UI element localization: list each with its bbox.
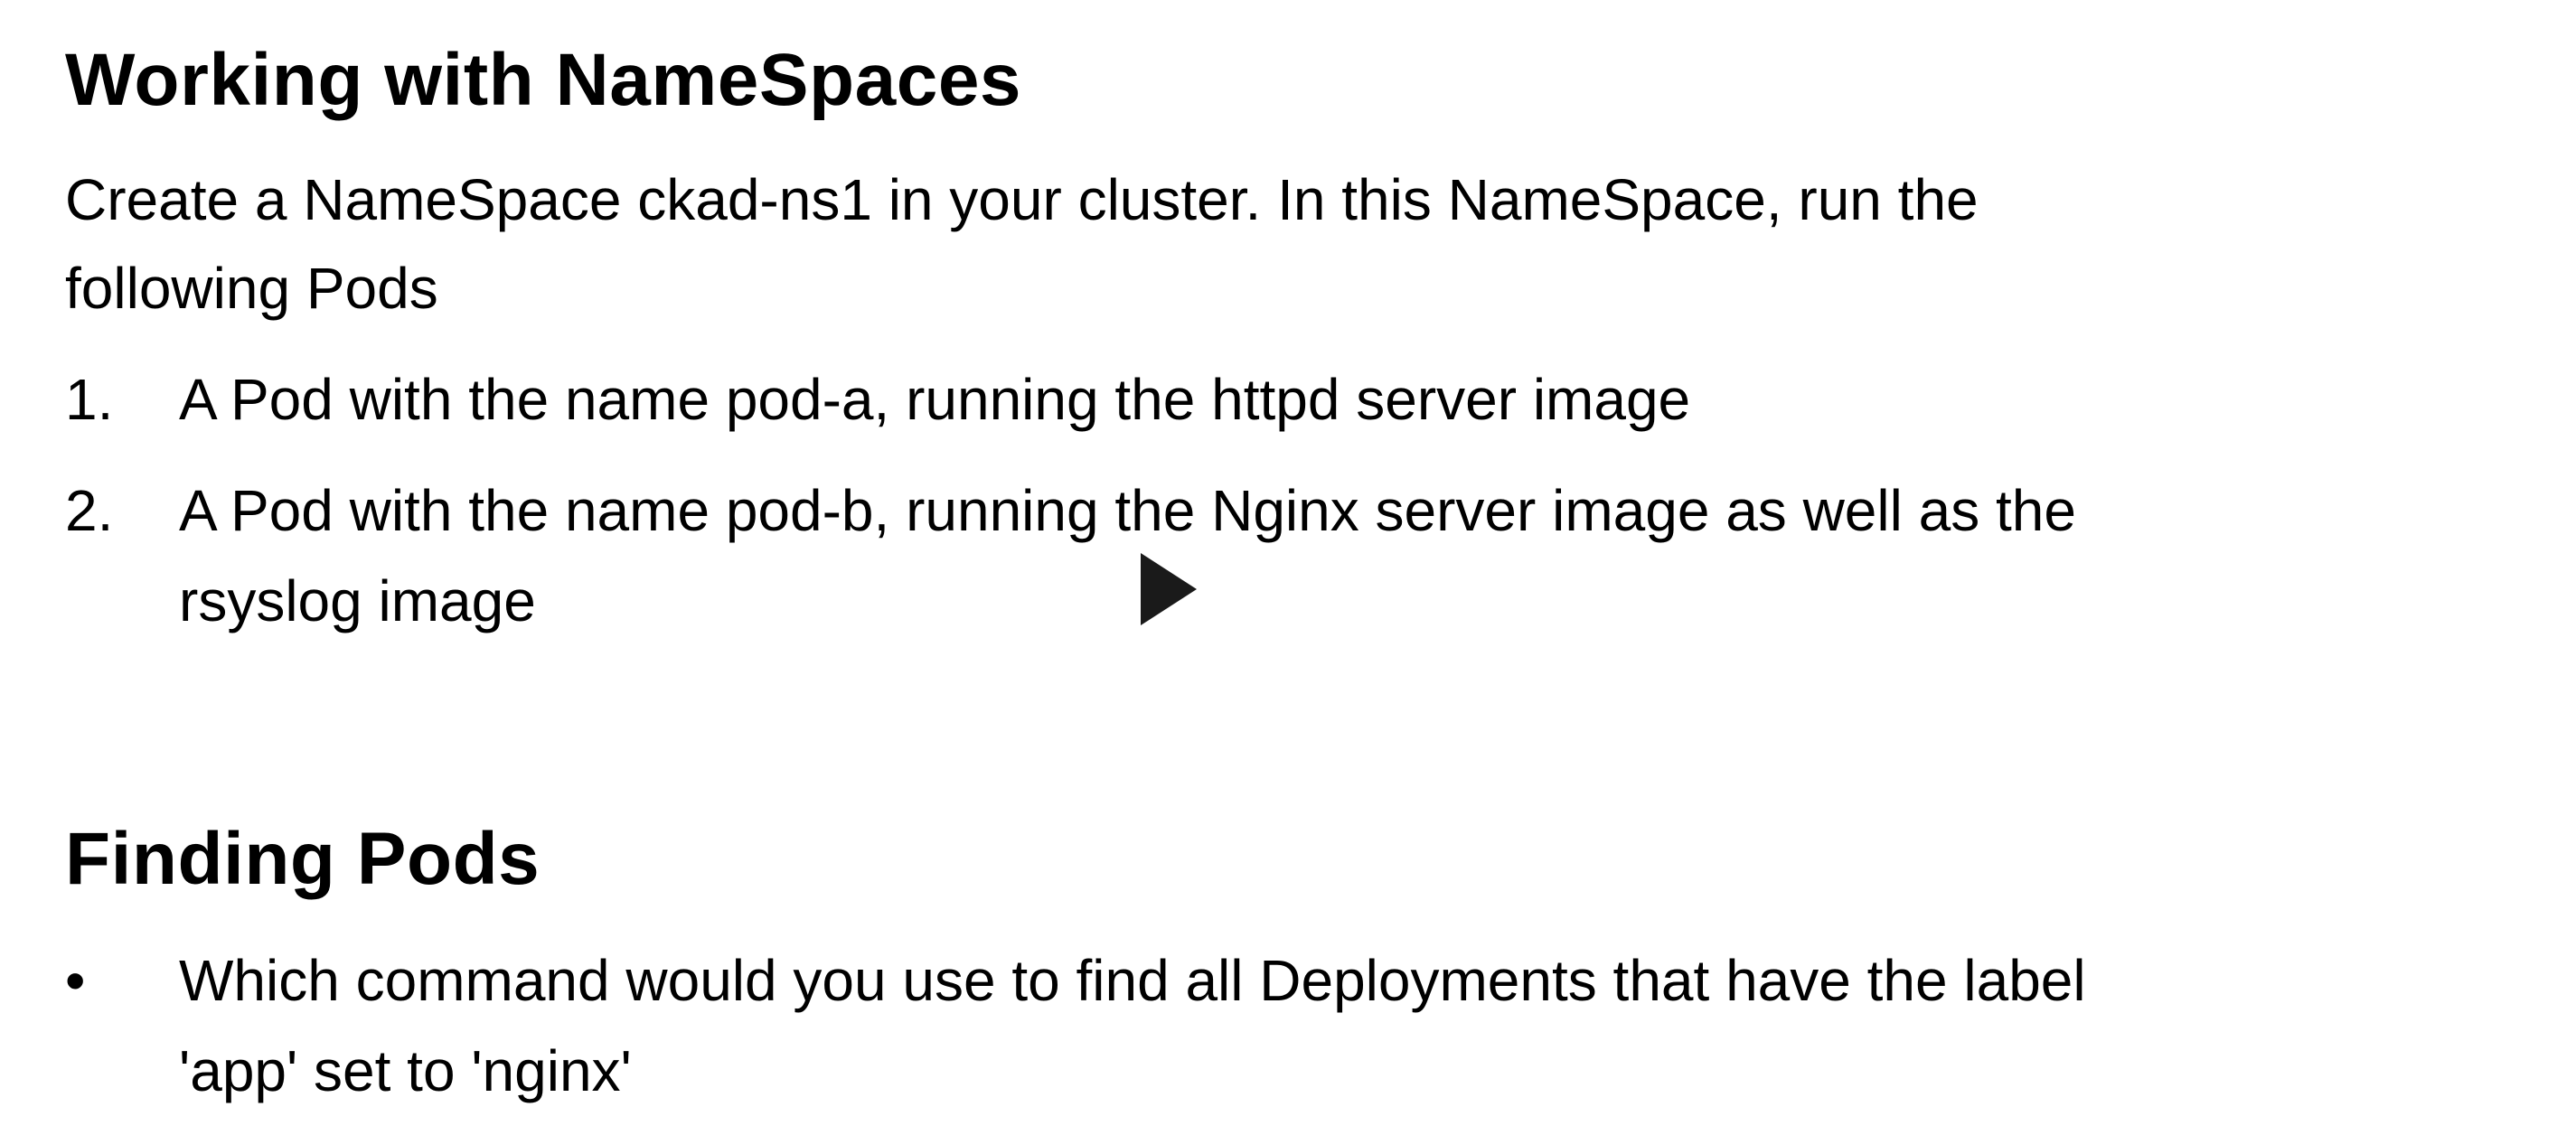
section-title-namespaces: Working with NameSpaces xyxy=(65,39,1022,121)
list-item-text: A Pod with the name pod-a, running the h… xyxy=(179,367,1691,432)
play-icon[interactable] xyxy=(1141,553,1197,625)
list-marker: 1. xyxy=(65,367,114,432)
intro-line-2: following Pods xyxy=(65,256,438,321)
section-title-finding-pods: Finding Pods xyxy=(65,818,541,900)
bullet-marker: • xyxy=(65,948,86,1013)
slide: Working with NameSpaces Create a NameSpa… xyxy=(0,0,2576,1135)
intro-line-1: Create a NameSpace ckad-ns1 in your clus… xyxy=(65,167,1979,232)
bullet-item-text: Which command would you use to find all … xyxy=(179,948,2086,1013)
list-marker: 2. xyxy=(65,478,114,543)
bullet-item-text: 'app' set to 'nginx' xyxy=(179,1038,632,1103)
list-item-text: A Pod with the name pod-b, running the N… xyxy=(179,478,2076,543)
list-item-text: rsyslog image xyxy=(179,568,536,633)
